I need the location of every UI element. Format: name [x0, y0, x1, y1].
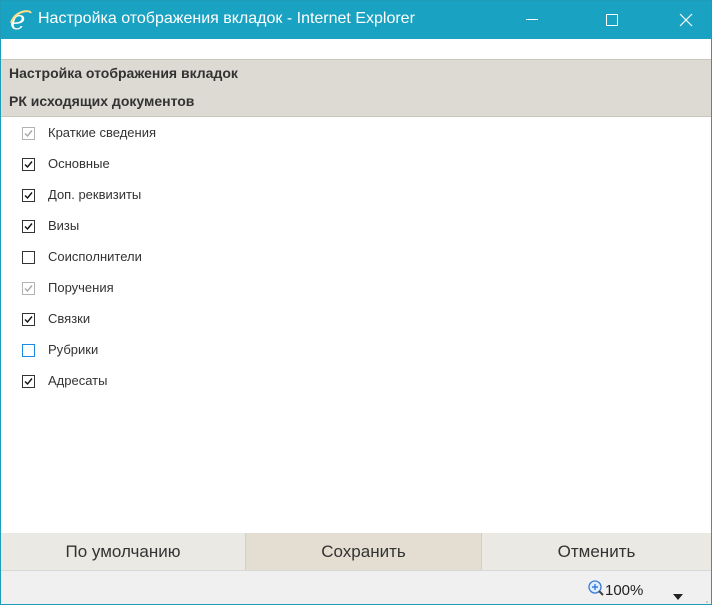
checkbox[interactable] [22, 375, 35, 388]
list-item[interactable]: Соисполнители [1, 243, 711, 274]
item-label: Визы [48, 218, 80, 233]
checkmark-icon [24, 378, 33, 386]
checkmark-icon [24, 130, 33, 138]
list-item[interactable]: Поручения [1, 274, 711, 305]
item-label: Доп. реквизиты [48, 187, 142, 202]
checkbox[interactable] [22, 158, 35, 171]
minimize-button[interactable] [509, 1, 555, 39]
internet-explorer-icon: e [9, 6, 33, 36]
status-bar: 100% [1, 570, 711, 604]
window-title: Настройка отображения вкладок - Internet… [38, 10, 415, 27]
list-item[interactable]: Рубрики [1, 336, 711, 367]
maximize-button[interactable] [589, 1, 635, 39]
list-item[interactable]: Адресаты [1, 367, 711, 398]
cancel-button[interactable]: Отменить [482, 533, 711, 570]
title-bar: e Настройка отображения вкладок - Intern… [1, 1, 711, 39]
list-item[interactable]: Визы [1, 212, 711, 243]
checkmark-icon [24, 285, 33, 293]
zoom-level[interactable]: 100% [605, 582, 643, 599]
close-button[interactable] [663, 1, 709, 39]
item-label: Связки [48, 311, 91, 326]
zoom-icon[interactable] [587, 579, 605, 602]
item-label: Рубрики [48, 342, 99, 357]
checkmark-icon [24, 316, 33, 324]
list-item[interactable]: Основные [1, 150, 711, 181]
section-title-bar: РК исходящих документов [1, 88, 711, 117]
checkbox[interactable] [22, 344, 35, 357]
panel-title: Настройка отображения вкладок [9, 65, 238, 81]
list-item[interactable]: Связки [1, 305, 711, 336]
item-label: Основные [48, 156, 110, 171]
panel-title-bar: Настройка отображения вкладок [1, 59, 711, 89]
ie-window: e Настройка отображения вкладок - Intern… [0, 0, 712, 605]
chevron-down-icon[interactable] [673, 587, 683, 604]
checkbox[interactable] [22, 220, 35, 233]
checkmark-icon [24, 192, 33, 200]
checkbox[interactable] [22, 127, 35, 140]
checkbox[interactable] [22, 251, 35, 264]
checkbox[interactable] [22, 189, 35, 202]
content-top-spacer [1, 39, 711, 59]
checkbox[interactable] [22, 282, 35, 295]
section-title: РК исходящих документов [9, 93, 195, 109]
checkmark-icon [24, 223, 33, 231]
checkmark-icon [24, 161, 33, 169]
save-button[interactable]: Сохранить [246, 533, 482, 570]
item-label: Поручения [48, 280, 114, 295]
close-icon [679, 13, 693, 27]
item-label: Адресаты [48, 373, 108, 388]
item-label: Краткие сведения [48, 125, 156, 140]
list-item[interactable]: Доп. реквизиты [1, 181, 711, 212]
resize-grip-icon[interactable] [701, 595, 709, 604]
default-button[interactable]: По умолчанию [1, 533, 246, 570]
checkbox[interactable] [22, 313, 35, 326]
list-item[interactable]: Краткие сведения [1, 119, 711, 150]
dialog-footer: По умолчанию Сохранить Отменить [1, 533, 711, 570]
item-label: Соисполнители [48, 249, 142, 264]
